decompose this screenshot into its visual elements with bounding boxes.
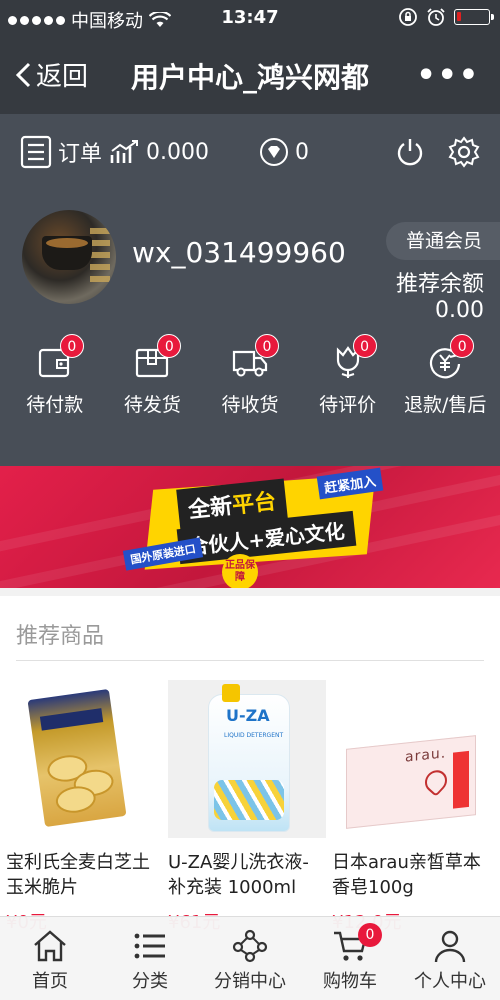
product-name: 日本arau亲皙草本香皂100g — [332, 852, 481, 898]
order-status-label: 待评价 — [319, 394, 377, 416]
order-status-label: 待发货 — [123, 394, 181, 416]
tab-personal-center[interactable]: 个人中心 — [400, 917, 500, 1000]
points-value: 0 — [295, 139, 309, 165]
order-count-badge: 0 — [254, 334, 279, 358]
member-badge: 普通会员 — [385, 222, 500, 260]
gear-icon[interactable] — [448, 136, 480, 168]
orders-label: 订单 — [58, 142, 103, 167]
order-status-pending-shipment[interactable]: 0 待发货 — [107, 334, 197, 417]
user-panel: 订单 0.000 0 wx_031499960 普通会员 推荐余额 0.00 0… — [0, 114, 500, 466]
back-label: 返回 — [36, 62, 89, 92]
banner-headline-text: 全新平台 — [187, 489, 278, 524]
product-card[interactable]: 宝利氏全麦白芝土玉米脆片 ¥0元 — [6, 680, 164, 934]
panel-actions — [394, 136, 480, 168]
tab-label: 购物车 — [323, 971, 377, 992]
tab-label: 分销中心 — [214, 971, 286, 992]
product-name: U-ZA婴儿洗衣液-补充装 1000ml — [168, 852, 309, 898]
order-status-pending-payment[interactable]: 0 待付款 — [10, 334, 100, 417]
section-title: 推荐商品 — [16, 624, 105, 649]
more-button[interactable]: ••• — [416, 58, 480, 93]
account-summary-row: 订单 0.000 0 — [20, 132, 480, 172]
order-status-row: 0 待付款 0 待发货 0 待收货 0 待评价 0 退款/售后 — [0, 334, 500, 417]
order-status-label: 待付款 — [26, 394, 84, 416]
order-count-badge: 0 — [450, 334, 475, 358]
divider — [16, 660, 484, 661]
back-button[interactable]: 返回 — [14, 56, 88, 93]
battery-icon — [454, 9, 494, 25]
balance-label: 推荐余额 — [395, 272, 484, 297]
orders-link[interactable]: 订单 — [20, 135, 102, 169]
bottom-tab-bar: 首页 分类 分销中心 0 购物车 个人中心 — [0, 916, 500, 1000]
order-status-refund[interactable]: 0 退款/售后 — [400, 334, 490, 417]
product-image: U-ZA LIQUID DETERGENT — [168, 680, 326, 838]
avatar[interactable] — [22, 210, 116, 304]
cart-badge: 0 — [358, 923, 382, 947]
points-item[interactable]: 0 — [259, 137, 309, 167]
tab-label: 分类 — [132, 971, 168, 992]
order-status-pending-receipt[interactable]: 0 待收货 — [205, 334, 295, 417]
person-icon — [434, 930, 466, 963]
banner-headline-highlight: 平台 — [230, 489, 278, 519]
tab-distribution-center[interactable]: 分销中心 — [200, 917, 300, 1000]
diamond-icon — [260, 138, 288, 166]
tab-label: 首页 — [32, 971, 68, 992]
balance-value: 0.00 — [435, 298, 484, 323]
product-card[interactable]: arau. 日本arau亲皙草本香皂100g ¥12.0元 — [332, 680, 490, 934]
product-name: 宝利氏全麦白芝土玉米脆片 — [6, 852, 150, 898]
rotation-lock-icon — [399, 8, 417, 26]
nav-bar: 返回 用户中心_鸿兴网都 ••• — [0, 36, 500, 114]
order-status-pending-review[interactable]: 0 待评价 — [303, 334, 393, 417]
order-status-label: 待收货 — [221, 394, 279, 416]
product-card[interactable]: U-ZA LIQUID DETERGENT U-ZA婴儿洗衣液-补充装 1000… — [168, 680, 326, 934]
product-image: arau. — [332, 680, 490, 838]
status-right — [398, 7, 494, 27]
chevron-left-icon — [15, 62, 31, 87]
list-icon — [134, 933, 165, 959]
battery-level — [457, 12, 461, 21]
network-icon — [232, 929, 268, 963]
home-icon — [34, 930, 66, 962]
order-count-badge: 0 — [59, 334, 84, 358]
promo-banner[interactable]: 全新平台 合伙人+爱心文化 赶紧加入 国外原装进口 正品保障 — [0, 466, 500, 588]
status-bar: 中国移动 13:47 — [0, 0, 500, 36]
tab-category[interactable]: 分类 — [100, 917, 200, 1000]
tab-cart[interactable]: 0 购物车 — [300, 917, 400, 1000]
banner-tag-guarantee: 正品保障 — [222, 554, 258, 588]
alarm-icon — [427, 8, 445, 26]
order-count-badge: 0 — [352, 334, 377, 358]
tab-home[interactable]: 首页 — [0, 917, 100, 1000]
username: wx_031499960 — [132, 236, 346, 269]
document-icon — [20, 135, 52, 169]
tab-label: 个人中心 — [414, 971, 486, 992]
product-image — [6, 680, 164, 838]
power-icon[interactable] — [394, 136, 426, 168]
order-count-badge: 0 — [157, 334, 182, 358]
chart-icon — [110, 140, 139, 163]
earnings-item[interactable]: 0.000 — [110, 139, 209, 165]
earnings-value: 0.000 — [146, 139, 209, 165]
order-status-label: 退款/售后 — [403, 394, 487, 416]
